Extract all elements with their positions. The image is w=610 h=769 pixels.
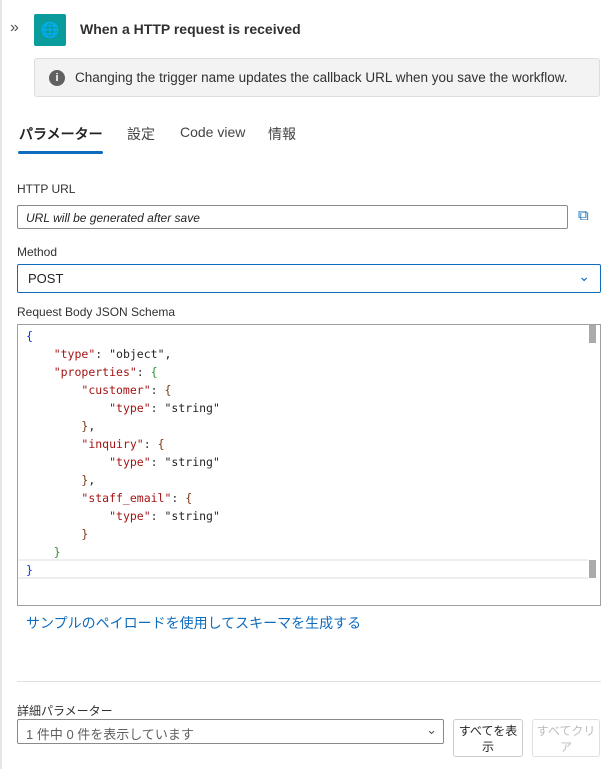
code-line: "type": "object", (53, 347, 172, 361)
divider (17, 681, 601, 682)
code-line: } (81, 527, 89, 541)
copy-icon[interactable]: ⧉ (578, 207, 589, 224)
schema-label: Request Body JSON Schema (17, 305, 176, 319)
code-line: "properties": { (53, 365, 158, 379)
code-line: }, (81, 419, 96, 433)
http-url-label: HTTP URL (17, 182, 76, 196)
code-line: } (53, 545, 61, 559)
http-globe-icon: 🌐 (34, 14, 66, 46)
code-line: "staff_email": { (81, 491, 193, 505)
code-line: "type": "string" (109, 509, 220, 523)
tab-parameters[interactable]: パラメーター (19, 124, 103, 144)
collapse-chevron-icon[interactable]: » (10, 19, 19, 37)
method-value: POST (28, 271, 64, 286)
scrollbar-marker (589, 560, 596, 578)
code-line: "type": "string" (109, 401, 220, 415)
chevron-down-icon: ⌄ (578, 268, 590, 284)
http-url-field[interactable]: URL will be generated after save (17, 205, 568, 229)
advanced-params-value: 1 件中 0 件を表示しています (26, 727, 194, 742)
schema-editor[interactable]: { "type": "object", "properties": { "cus… (17, 324, 601, 606)
schema-code[interactable]: { "type": "object", "properties": { "cus… (26, 327, 220, 579)
code-line: "customer": { (81, 383, 172, 397)
active-tab-indicator (18, 151, 103, 154)
method-label: Method (17, 245, 58, 259)
code-line: }, (81, 473, 96, 487)
tab-about[interactable]: 情報 (268, 124, 296, 144)
code-line: "inquiry": { (81, 437, 165, 451)
advanced-params-select[interactable]: 1 件中 0 件を表示しています ⌄ (17, 719, 444, 744)
info-text: Changing the trigger name updates the ca… (75, 70, 568, 85)
generate-schema-link[interactable]: サンプルのペイロードを使用してスキーマを生成する (26, 613, 361, 633)
code-line: { (26, 329, 33, 343)
tab-settings[interactable]: 設定 (127, 124, 155, 144)
trigger-title[interactable]: When a HTTP request is received (80, 21, 301, 37)
show-all-button[interactable]: すべてを表示 (453, 719, 523, 757)
tab-code-view[interactable]: Code view (180, 124, 245, 140)
code-line: } (26, 563, 33, 577)
info-banner: i Changing the trigger name updates the c… (34, 58, 600, 97)
scrollbar-thumb[interactable] (589, 325, 596, 343)
info-icon: i (49, 69, 65, 86)
clear-all-button[interactable]: すべてクリア (532, 719, 600, 757)
chevron-down-icon: ⌄ (426, 722, 437, 737)
method-select[interactable]: POST ⌄ (17, 264, 601, 293)
advanced-params-label: 詳細パラメーター (17, 704, 113, 718)
code-line: "type": "string" (109, 455, 220, 469)
